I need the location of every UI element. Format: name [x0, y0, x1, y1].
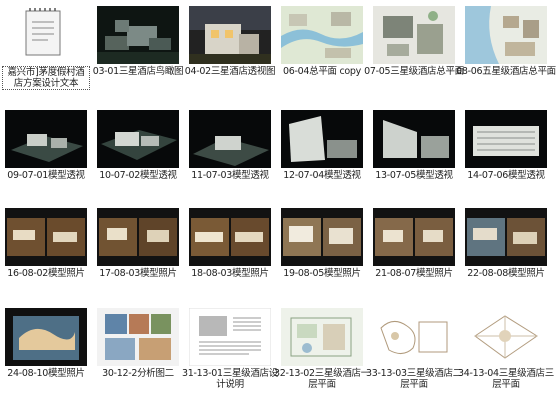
file-label: 14-07-06模型透视 — [467, 170, 545, 181]
file-label: 33-13-03三星级酒店二层平面 — [366, 368, 462, 390]
file-label: 08-06五星级酒店总平面 — [456, 66, 556, 77]
file-label: 19-08-05模型照片 — [283, 268, 361, 279]
thumbnail-model-photo — [5, 308, 87, 366]
file-item[interactable]: 11-07-03模型透视 — [184, 104, 276, 204]
file-label: 12-07-04模型透视 — [283, 170, 361, 181]
thumbnail-site-plan — [281, 6, 363, 64]
thumbnail-model — [189, 110, 271, 168]
file-label: 07-05三星级酒店总平面 — [364, 66, 464, 77]
file-item[interactable]: 04-02三星酒店透视图 — [184, 0, 276, 100]
file-item[interactable]: 24-08-10模型照片 — [0, 302, 92, 402]
thumbnail-model-photo — [373, 208, 455, 266]
file-label: 04-02三星酒店透视图 — [184, 66, 276, 77]
file-label: 18-08-03模型照片 — [191, 268, 269, 279]
file-item[interactable]: 17-08-03模型照片 — [92, 202, 184, 302]
thumbnail-model — [373, 110, 455, 168]
thumbnail-site-plan — [465, 6, 547, 64]
thumbnail-model — [5, 110, 87, 168]
file-item[interactable]: 10-07-02模型透视 — [92, 104, 184, 204]
thumbnail-model — [465, 110, 547, 168]
file-item[interactable]: 19-08-05模型照片 — [276, 202, 368, 302]
file-item[interactable]: 09-07-01模型透视 — [0, 104, 92, 204]
thumbnail-analysis — [97, 308, 179, 366]
file-label: 嘉兴市]茅度假村酒店方案设计文本 — [2, 66, 90, 90]
file-item[interactable]: 33-13-03三星级酒店二层平面 — [366, 302, 462, 402]
file-item[interactable]: 16-08-02模型照片 — [0, 202, 92, 302]
file-item[interactable]: 18-08-03模型照片 — [184, 202, 276, 302]
thumbnail-night-aerial — [97, 6, 179, 64]
file-item[interactable]: 06-04总平面 copy — [276, 0, 368, 100]
file-item[interactable]: 12-07-04模型透视 — [276, 104, 368, 204]
file-label: 32-13-02三星级酒店一层平面 — [274, 368, 370, 390]
file-label: 09-07-01模型透视 — [7, 170, 85, 181]
thumbnail-site-plan — [373, 6, 455, 64]
thumbnail-floor-plan — [373, 308, 455, 366]
file-item[interactable]: 08-06五星级酒店总平面 — [456, 0, 556, 100]
thumbnail-model-photo — [97, 208, 179, 266]
file-item[interactable]: 31-13-01三星级酒店设计说明 — [182, 302, 278, 402]
file-label: 22-08-08模型照片 — [467, 268, 545, 279]
file-item[interactable]: 22-08-08模型照片 — [460, 202, 552, 302]
file-label: 06-04总平面 copy — [283, 66, 361, 77]
thumbnail-model-photo — [465, 208, 547, 266]
file-item[interactable]: 13-07-05模型透视 — [368, 104, 460, 204]
file-label: 31-13-01三星级酒店设计说明 — [182, 368, 278, 390]
file-item[interactable]: 32-13-02三星级酒店一层平面 — [274, 302, 370, 402]
file-thumbnail-grid: 嘉兴市]茅度假村酒店方案设计文本 03-01三星酒店鸟瞰图 04-02三星酒店透… — [0, 0, 560, 405]
thumbnail-text-page — [189, 308, 271, 366]
file-label: 34-13-04三星级酒店三层平面 — [458, 368, 554, 390]
file-label: 13-07-05模型透视 — [375, 170, 453, 181]
file-item[interactable]: 07-05三星级酒店总平面 — [364, 0, 464, 100]
file-label: 30-12-2分析图二 — [102, 368, 174, 379]
file-label: 16-08-02模型照片 — [7, 268, 85, 279]
file-item[interactable]: 21-08-07模型照片 — [368, 202, 460, 302]
file-label: 21-08-07模型照片 — [375, 268, 453, 279]
thumbnail-model-photo — [5, 208, 87, 266]
thumbnail-model-photo — [189, 208, 271, 266]
file-label: 03-01三星酒店鸟瞰图 — [92, 66, 184, 77]
document-icon — [20, 6, 66, 58]
file-label: 24-08-10模型照片 — [7, 368, 85, 379]
thumbnail-night-facade — [189, 6, 271, 64]
file-label: 17-08-03模型照片 — [99, 268, 177, 279]
thumbnail-floor-plan — [281, 308, 363, 366]
file-item[interactable]: 嘉兴市]茅度假村酒店方案设计文本 — [0, 0, 92, 100]
thumbnail-floor-plan — [465, 308, 547, 366]
file-label: 10-07-02模型透视 — [99, 170, 177, 181]
file-item[interactable]: 03-01三星酒店鸟瞰图 — [92, 0, 184, 100]
thumbnail-model — [97, 110, 179, 168]
thumbnail-model-photo — [281, 208, 363, 266]
file-item[interactable]: 30-12-2分析图二 — [92, 302, 184, 402]
file-label: 11-07-03模型透视 — [191, 170, 269, 181]
file-item[interactable]: 34-13-04三星级酒店三层平面 — [458, 302, 554, 402]
file-item[interactable]: 14-07-06模型透视 — [460, 104, 552, 204]
thumbnail-model — [281, 110, 363, 168]
